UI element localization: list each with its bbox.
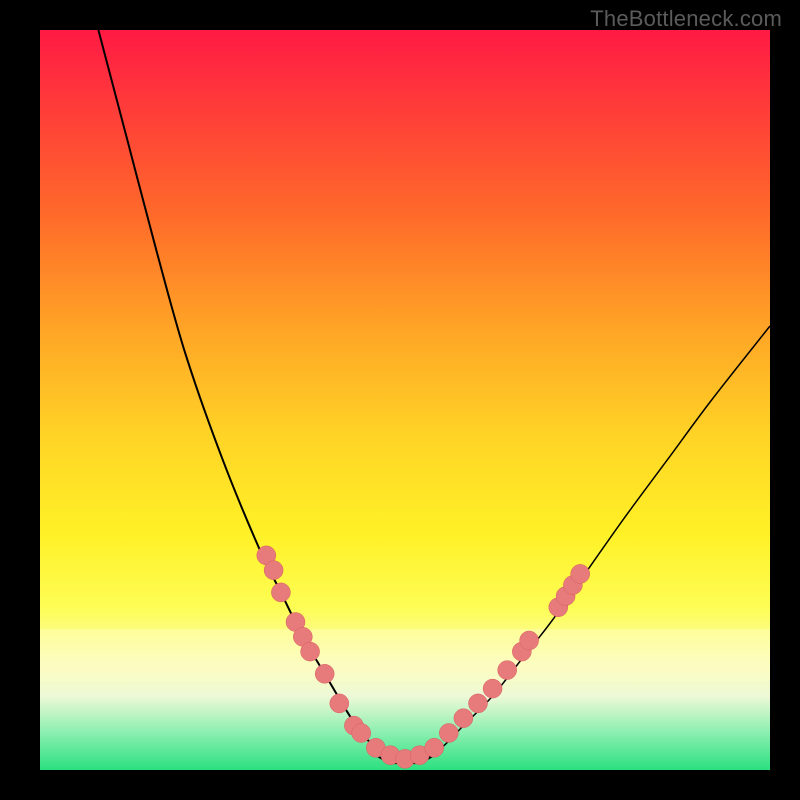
curve-layer	[40, 30, 770, 770]
markers-right	[439, 564, 589, 742]
data-marker	[425, 738, 444, 757]
chart-frame: TheBottleneck.com	[0, 0, 800, 800]
data-marker	[439, 724, 458, 743]
markers-left	[257, 546, 444, 768]
data-marker	[264, 561, 283, 580]
data-marker	[315, 664, 334, 683]
data-marker	[520, 631, 539, 650]
left-curve	[98, 30, 390, 763]
data-marker	[571, 564, 590, 583]
data-marker	[483, 679, 502, 698]
data-marker	[498, 661, 517, 680]
data-marker	[271, 583, 290, 602]
data-marker	[330, 694, 349, 713]
data-marker	[301, 642, 320, 661]
data-marker	[352, 724, 371, 743]
watermark-text: TheBottleneck.com	[590, 6, 782, 32]
plot-area	[40, 30, 770, 770]
data-marker	[454, 709, 473, 728]
data-marker	[469, 694, 488, 713]
